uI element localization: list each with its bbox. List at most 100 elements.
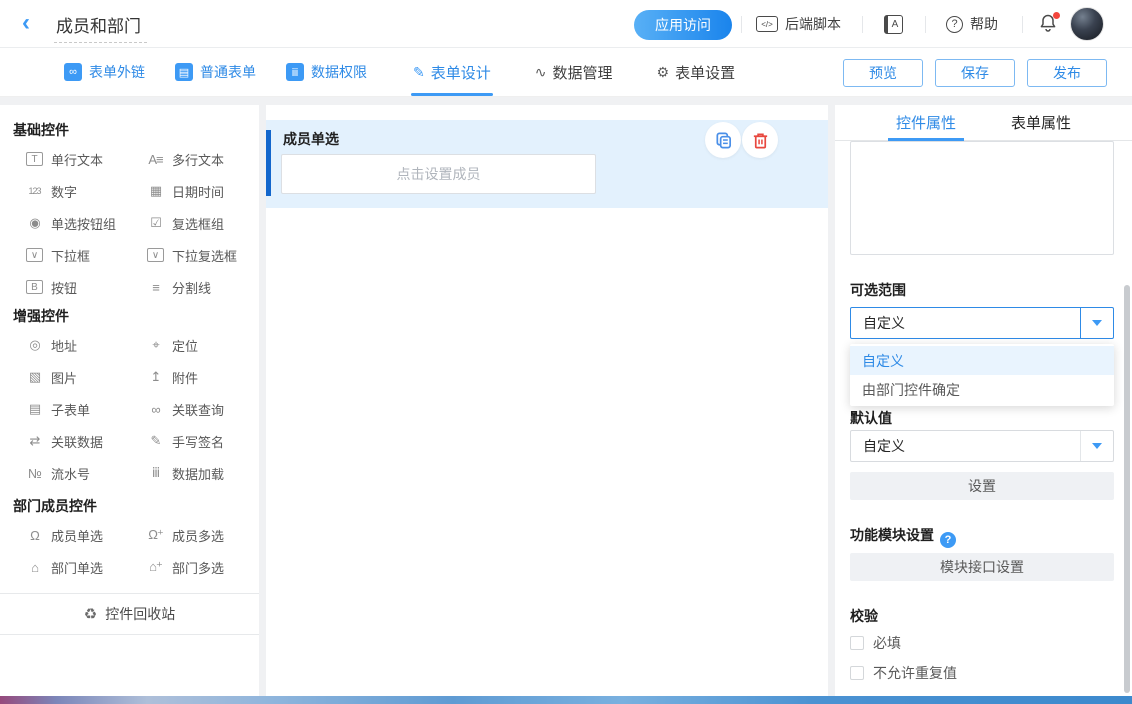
control-dept-single[interactable]: ⌂ 部门单选: [26, 551, 147, 583]
control-recycle-bin[interactable]: ♻ 控件回收站: [0, 593, 259, 635]
normal-form-button[interactable]: ▤ 普通表单: [175, 48, 256, 96]
member-picker-input[interactable]: 点击设置成员: [281, 154, 596, 194]
control-data-load[interactable]: ⅲ 数据加载: [147, 457, 259, 489]
trash-icon: [751, 131, 770, 150]
control-single-line-text[interactable]: T 单行文本: [26, 143, 147, 175]
control-linked-query[interactable]: ∞ 关联查询: [147, 393, 259, 425]
copy-field-button[interactable]: [705, 122, 741, 158]
control-member-multi[interactable]: Ω⁺ 成员多选: [147, 519, 259, 551]
control-datetime[interactable]: ▦ 日期时间: [147, 175, 259, 207]
backend-script-button[interactable]: </> 后端脚本: [756, 0, 841, 48]
control-button[interactable]: B 按钮: [26, 271, 147, 303]
question-circle-icon: ?: [946, 16, 963, 33]
control-label: 流水号: [51, 464, 90, 483]
required-checkbox[interactable]: 必填: [850, 633, 901, 653]
link-data-icon: ⇄: [26, 433, 43, 450]
range-select[interactable]: 自定义: [850, 307, 1114, 339]
people-icon: Ω⁺: [147, 527, 164, 544]
save-button[interactable]: 保存: [935, 59, 1015, 87]
module-settings-text: 功能模块设置: [850, 527, 934, 543]
control-label: 下拉复选框: [172, 246, 237, 265]
toolbar-actions: 预览 保存 发布: [843, 59, 1107, 87]
form-external-link-button[interactable]: ∞ 表单外链: [64, 48, 145, 96]
tab-data-management[interactable]: ∿ 数据管理: [535, 48, 613, 96]
tab-control-properties[interactable]: 控件属性: [891, 105, 961, 140]
control-dropdown-multi[interactable]: ∨ 下拉复选框: [147, 239, 259, 271]
help-label: 帮助: [970, 14, 998, 34]
code-icon: </>: [756, 16, 778, 32]
publish-button[interactable]: 发布: [1027, 59, 1107, 87]
no-duplicate-checkbox[interactable]: 不允许重复值: [850, 663, 957, 683]
control-label: 附件: [172, 368, 198, 387]
default-value-select[interactable]: 自定义: [850, 430, 1114, 462]
control-subform[interactable]: ▤ 子表单: [26, 393, 147, 425]
tab-form-settings[interactable]: ⚙ 表单设置: [657, 48, 736, 96]
api-docs-button[interactable]: A: [884, 0, 903, 48]
delete-field-button[interactable]: [742, 122, 778, 158]
control-image[interactable]: ▧ 图片: [26, 361, 147, 393]
control-label: 单选按钮组: [51, 214, 116, 233]
control-divider-line[interactable]: ≡ 分割线: [147, 271, 259, 303]
control-signature[interactable]: ✎ 手写签名: [147, 425, 259, 457]
header-divider: [862, 16, 863, 33]
notification-bell-icon[interactable]: [1038, 13, 1060, 35]
control-linked-data[interactable]: ⇄ 关联数据: [26, 425, 147, 457]
range-option-by-dept[interactable]: 由部门控件确定: [850, 375, 1114, 404]
control-label: 地址: [51, 336, 77, 355]
calendar-icon: ▦: [147, 183, 164, 200]
control-label: 分割线: [172, 278, 211, 297]
control-address[interactable]: ◎ 地址: [26, 329, 147, 361]
control-radio-group[interactable]: ◉ 单选按钮组: [26, 207, 147, 239]
center-tabs: ✎ 表单设计 ∿ 数据管理 ⚙ 表单设置: [413, 48, 735, 97]
recycle-icon: ♻: [84, 605, 97, 623]
control-label: 日期时间: [172, 182, 224, 201]
no-duplicate-checkbox-label: 不允许重复值: [873, 663, 957, 683]
module-api-settings-button[interactable]: 模块接口设置: [850, 553, 1114, 581]
bar-chart-icon: ⅲ: [286, 63, 304, 81]
control-label: 手写签名: [172, 432, 224, 451]
control-label: 单行文本: [51, 150, 103, 169]
control-dropdown[interactable]: ∨ 下拉框: [26, 239, 147, 271]
caret-down-icon: [1080, 431, 1113, 461]
panel-scrollbar[interactable]: [1124, 285, 1130, 693]
link-query-icon: ∞: [147, 401, 164, 418]
tab-form-design-label: 表单设计: [431, 62, 491, 83]
control-attachment[interactable]: ↥ 附件: [147, 361, 259, 393]
notification-badge: [1053, 12, 1060, 19]
header-divider: [1022, 16, 1023, 33]
range-option-custom[interactable]: 自定义: [850, 346, 1114, 375]
control-checkbox-group[interactable]: ☑ 复选框组: [147, 207, 259, 239]
tab-form-properties[interactable]: 表单属性: [1006, 105, 1076, 140]
control-member-single[interactable]: Ω 成员单选: [26, 519, 147, 551]
set-default-button[interactable]: 设置: [850, 472, 1114, 500]
form-title[interactable]: 成员和部门: [54, 12, 147, 43]
dropdown-multi-icon: ∨: [147, 248, 164, 262]
control-location[interactable]: ⌖ 定位: [147, 329, 259, 361]
form-design-icon: ✎: [413, 64, 425, 81]
selected-field-card[interactable]: 成员单选 点击设置成员: [266, 120, 828, 208]
module-help-icon[interactable]: ?: [940, 532, 956, 548]
control-label: 部门单选: [51, 558, 103, 577]
checkbox-box: [850, 636, 864, 650]
control-serial-number[interactable]: № 流水号: [26, 457, 147, 489]
field-description-textarea[interactable]: [850, 141, 1114, 255]
user-avatar[interactable]: [1070, 7, 1104, 41]
form-canvas[interactable]: 成员单选 点击设置成员: [266, 105, 828, 696]
dropdown-icon: ∨: [26, 248, 43, 262]
control-multi-line-text[interactable]: A≡ 多行文本: [147, 143, 259, 175]
address-book-icon: A: [884, 15, 903, 34]
control-label: 成员单选: [51, 526, 103, 545]
control-label: 成员多选: [172, 526, 224, 545]
departments-icon: ⌂⁺: [147, 559, 164, 576]
validation-label: 校验: [850, 606, 878, 626]
app-access-button[interactable]: 应用访问: [634, 10, 732, 40]
preview-button[interactable]: 预览: [843, 59, 923, 87]
control-number[interactable]: 123 数字: [26, 175, 147, 207]
data-permission-button[interactable]: ⅲ 数据权限: [286, 48, 367, 96]
tab-form-design[interactable]: ✎ 表单设计: [413, 48, 491, 96]
help-button[interactable]: ? 帮助: [946, 0, 998, 48]
control-dept-multi[interactable]: ⌂⁺ 部门多选: [147, 551, 259, 583]
data-permission-label: 数据权限: [311, 62, 367, 82]
back-icon[interactable]: ‹: [22, 9, 30, 37]
recycle-label: 控件回收站: [105, 604, 175, 624]
